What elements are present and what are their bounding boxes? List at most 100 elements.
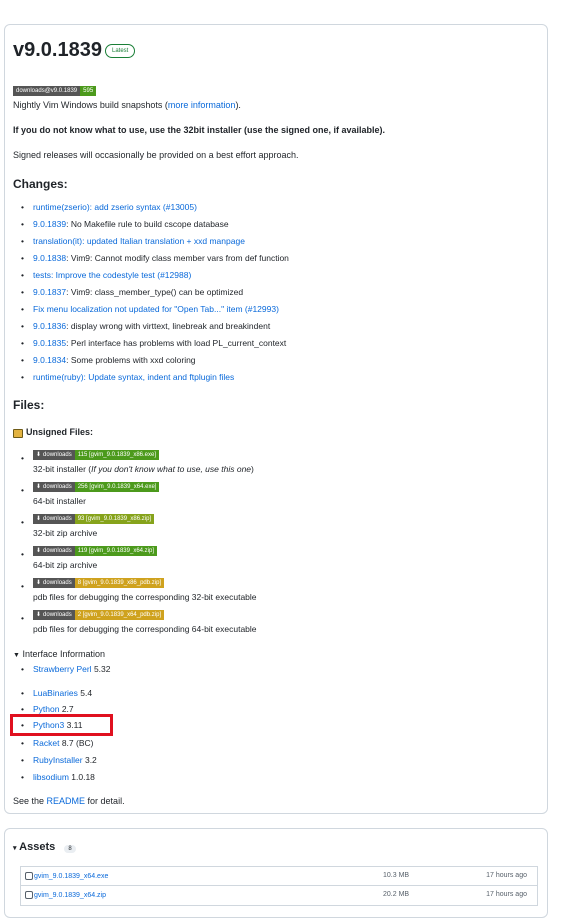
change-link[interactable]: runtime(zserio): add zserio syntax (#130… (33, 202, 197, 212)
bullet: • (21, 338, 24, 348)
change-link[interactable]: Fix menu localization not updated for "O… (33, 304, 279, 314)
readme-text: See the README for detail. (13, 796, 125, 806)
change-item: • 9.0.1837: Vim9: class_member_type() can… (21, 287, 244, 297)
lock-icon (13, 429, 23, 439)
bullet: • (21, 517, 24, 527)
asset-size: 10.3 MB (383, 872, 410, 879)
interface-link[interactable]: libsodium (33, 772, 69, 782)
bullet: • (21, 664, 24, 674)
change-item: • 9.0.1838: Vim9: Cannot modify class mem… (21, 253, 289, 263)
interface-link[interactable]: RubyInstaller (33, 755, 83, 765)
interface-item-luabinaries: • LuaBinaries 5.4 (21, 688, 92, 698)
file-download-badge[interactable]: • ⬇ downloads 119 [gvim_9.0.1839_x64.zip] (21, 545, 157, 559)
change-link[interactable]: 9.0.1836 (33, 321, 66, 331)
readme-link[interactable]: README (47, 796, 86, 806)
asset-row: gvim_9.0.1839_x64.zip 20.2 MB 17 hours ago (20, 886, 538, 906)
download-icon: ⬇ (36, 451, 42, 458)
change-link[interactable]: 9.0.1838 (33, 253, 66, 263)
change-text: : Some problems with xxd coloring (66, 355, 196, 365)
change-text: : No Makefile rule to build cscope datab… (66, 219, 229, 229)
change-link[interactable]: tests: Improve the codestyle test (#1298… (33, 270, 191, 280)
interface-item-rubyinstaller: • RubyInstaller 3.2 (21, 755, 97, 765)
badge-label: downloads@v9.0.1839 (13, 85, 81, 96)
asset-name[interactable]: gvim_9.0.1839_x64.exe (25, 872, 108, 880)
advice-text: If you do not know what to use, use the … (13, 125, 386, 135)
more-information-link[interactable]: more information (168, 100, 236, 110)
bullet: • (21, 219, 24, 229)
asset-row: gvim_9.0.1839_x64.exe 10.3 MB 17 hours ago (20, 866, 538, 886)
change-text: : Vim9: Cannot modify class member vars … (66, 253, 289, 263)
downloads-badge[interactable]: downloads@v9.0.1839 595 (13, 82, 97, 100)
changes-heading: Changes: (13, 177, 68, 191)
asset-name[interactable]: gvim_9.0.1839_x64.zip (25, 891, 106, 899)
change-link[interactable]: 9.0.1835 (33, 338, 66, 348)
file-download-badge[interactable]: • ⬇ downloads 8 [gvim_9.0.1839_x86_pdb.zip] (21, 577, 165, 591)
bullet: • (21, 253, 24, 263)
interface-item-libsodium: • libsodium 1.0.18 (21, 772, 95, 782)
asset-size: 20.2 MB (383, 891, 410, 898)
change-item: • runtime(ruby): Update syntax, indent an… (21, 372, 234, 382)
bullet: • (21, 772, 24, 782)
bullet: • (21, 738, 24, 748)
file-description: 32-bit zip archive (33, 528, 98, 538)
download-icon: ⬇ (36, 579, 42, 586)
asset-time: 17 hours ago (486, 891, 527, 898)
asset-time: 17 hours ago (486, 872, 527, 879)
interface-item-strawberry-perl: • Strawberry Perl 5.32 (21, 664, 111, 674)
bullet: • (21, 304, 24, 314)
unsigned-files-label: Unsigned Files: (13, 427, 93, 439)
change-link[interactable]: runtime(ruby): Update syntax, indent and… (33, 372, 234, 382)
change-item: • Fix menu localization not updated for "… (21, 304, 279, 314)
interface-link[interactable]: Python (33, 704, 59, 714)
change-text: : display wrong with virttext, linebreak… (66, 321, 271, 331)
interface-version: 2.7 (59, 704, 74, 714)
interface-link[interactable]: LuaBinaries (33, 688, 78, 698)
change-link[interactable]: 9.0.1834 (33, 355, 66, 365)
change-text: : Vim9: class_member_type() can be optim… (66, 287, 244, 297)
change-item: • 9.0.1835: Perl interface has problems w… (21, 338, 287, 348)
interface-link[interactable]: Racket (33, 738, 59, 748)
change-link[interactable]: 9.0.1837 (33, 287, 66, 297)
interface-version: 5.32 (91, 664, 111, 674)
change-item: • 9.0.1834: Some problems with xxd colori… (21, 355, 196, 365)
bullet: • (21, 581, 24, 591)
change-item: • 9.0.1839: No Makefile rule to build csc… (21, 219, 229, 229)
bullet: • (21, 485, 24, 495)
signed-text: Signed releases will occasionally be pro… (13, 150, 299, 160)
package-icon (25, 872, 33, 880)
change-item: • tests: Improve the codestyle test (#129… (21, 270, 191, 280)
files-heading: Files: (13, 398, 45, 412)
interface-item-racket: • Racket 8.7 (BC) (21, 738, 93, 748)
interface-version: 3.2 (82, 755, 97, 765)
assets-toggle[interactable]: ▾ Assets 8 (13, 841, 76, 853)
nightly-text: Nightly Vim Windows build snapshots (mor… (13, 100, 241, 110)
change-item: • runtime(zserio): add zserio syntax (#13… (21, 202, 197, 212)
change-link[interactable]: translation(it): updated Italian transla… (33, 236, 245, 246)
interface-summary[interactable]: ▼ Interface Information (13, 649, 105, 659)
download-icon: ⬇ (36, 515, 42, 522)
bullet: • (21, 549, 24, 559)
interface-link[interactable]: Strawberry Perl (33, 664, 92, 674)
file-description: 64-bit installer (33, 496, 86, 506)
file-description: 64-bit zip archive (33, 560, 98, 570)
package-icon (25, 891, 33, 899)
file-download-badge[interactable]: • ⬇ downloads 2 [gvim_9.0.1839_x64_pdb.zip] (21, 609, 165, 623)
bullet: • (21, 613, 24, 623)
bullet: • (21, 355, 24, 365)
file-download-badge[interactable]: • ⬇ downloads 93 [gvim_9.0.1839_x86.zip] (21, 513, 155, 527)
assets-count: 8 (64, 845, 76, 853)
change-link[interactable]: 9.0.1839 (33, 219, 66, 229)
badge-count: 595 (80, 85, 97, 96)
interface-version: 1.0.18 (68, 772, 95, 782)
bullet: • (21, 287, 24, 297)
file-download-badge[interactable]: • ⬇ downloads 115 [gvim_9.0.1839_x86.exe] (21, 449, 159, 463)
release-title[interactable]: v9.0.1839 (13, 39, 102, 62)
download-icon: ⬇ (36, 483, 42, 490)
file-description: 32-bit installer (If you don't know what… (33, 464, 254, 474)
change-text: : Perl interface has problems with load … (66, 338, 287, 348)
triangle-down-icon: ▾ (13, 845, 17, 852)
file-description: pdb files for debugging the correspondin… (33, 624, 257, 634)
file-description: pdb files for debugging the correspondin… (33, 592, 257, 602)
bullet: • (21, 755, 24, 765)
file-download-badge[interactable]: • ⬇ downloads 256 [gvim_9.0.1839_x64.exe] (21, 481, 160, 495)
